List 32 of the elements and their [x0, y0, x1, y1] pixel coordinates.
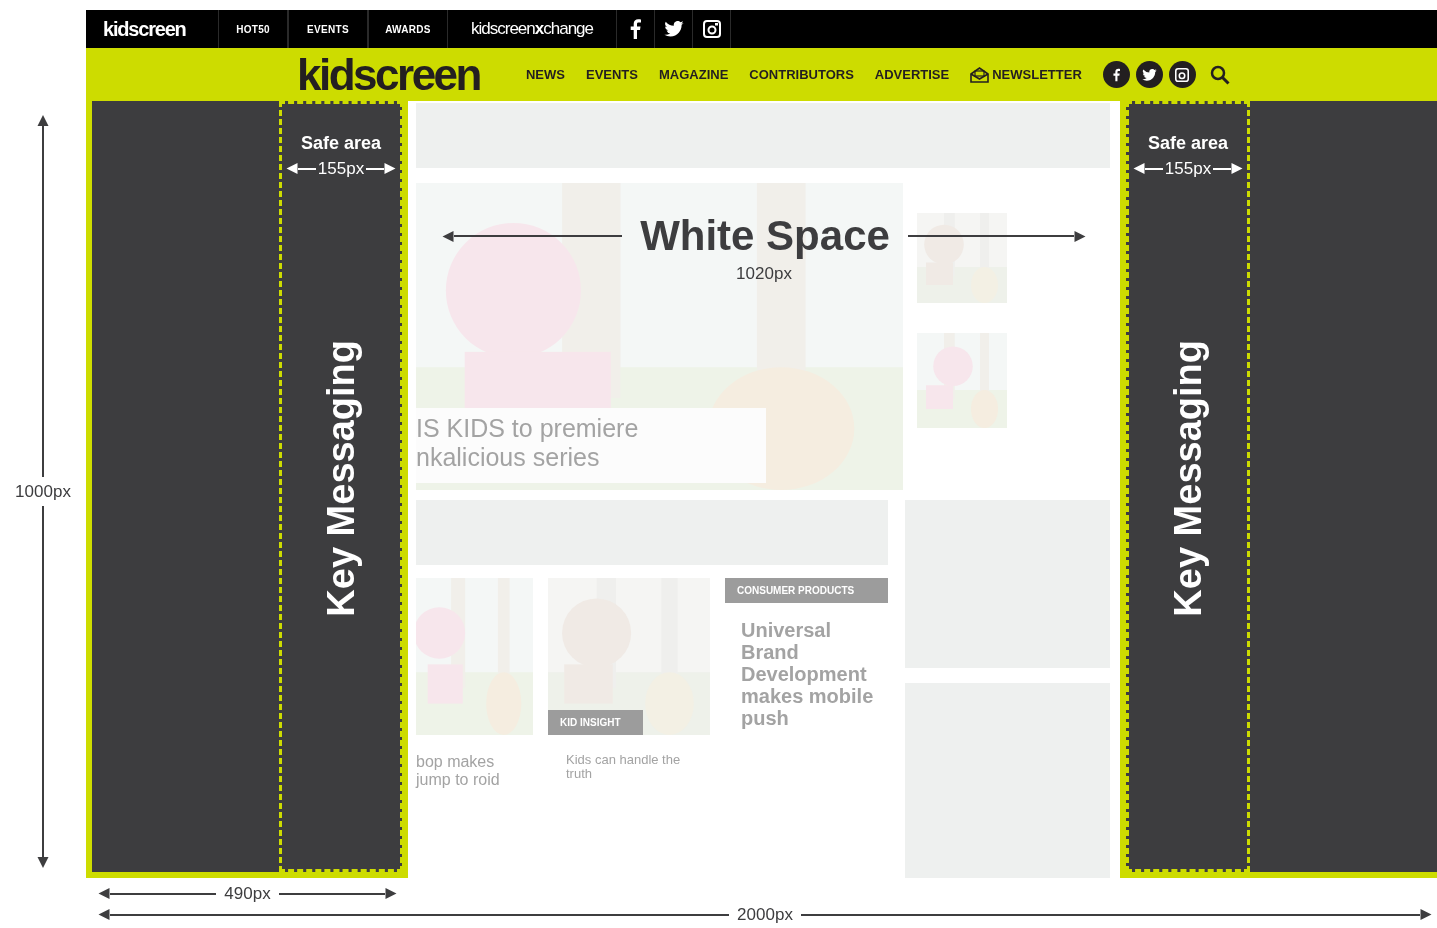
nav-link[interactable]: CONTRIBUTORS	[749, 64, 854, 85]
envelope-icon	[970, 66, 990, 83]
dimension-label: 155px	[1164, 160, 1212, 177]
dimension-label: 1020px	[736, 263, 792, 286]
instagram-icon[interactable]	[1168, 61, 1196, 88]
twitter-icon[interactable]	[663, 21, 684, 37]
dimension-label: 2000px	[737, 906, 793, 923]
instagram-icon[interactable]	[702, 20, 721, 38]
logo[interactable]: kidscreen	[103, 14, 186, 44]
facebook-icon[interactable]	[630, 19, 641, 39]
safe-area-label: Safe area	[1147, 134, 1229, 152]
facebook-icon[interactable]	[1102, 61, 1130, 88]
logo[interactable]: kidscreen	[297, 52, 480, 97]
safe-area-label: Safe area	[300, 134, 382, 152]
diagram-title: White Space	[640, 213, 890, 260]
search-icon[interactable]	[1209, 64, 1230, 85]
dimension-label: 490px	[224, 885, 271, 902]
nav-link[interactable]: NEWSLETTER	[992, 64, 1082, 85]
nav-link[interactable]: MAGAZINE	[659, 64, 729, 85]
nav-link[interactable]: NEWS	[525, 64, 565, 85]
arrow	[285, 163, 316, 174]
dimension-label: 155px	[317, 160, 365, 177]
nav-link[interactable]: EVENTS	[585, 64, 638, 85]
twitter-icon[interactable]	[1135, 61, 1163, 88]
key-messaging-label: Key Messaging	[1169, 339, 1207, 617]
dimension-label: 1000px	[15, 481, 71, 503]
arrow	[1213, 163, 1244, 174]
partner-logo[interactable]: kidscreenxchange	[471, 16, 593, 42]
key-messaging-label: Key Messaging	[322, 339, 360, 617]
nav-link[interactable]: ADVERTISE	[874, 64, 950, 85]
arrow	[366, 163, 397, 174]
arrow	[1132, 163, 1163, 174]
